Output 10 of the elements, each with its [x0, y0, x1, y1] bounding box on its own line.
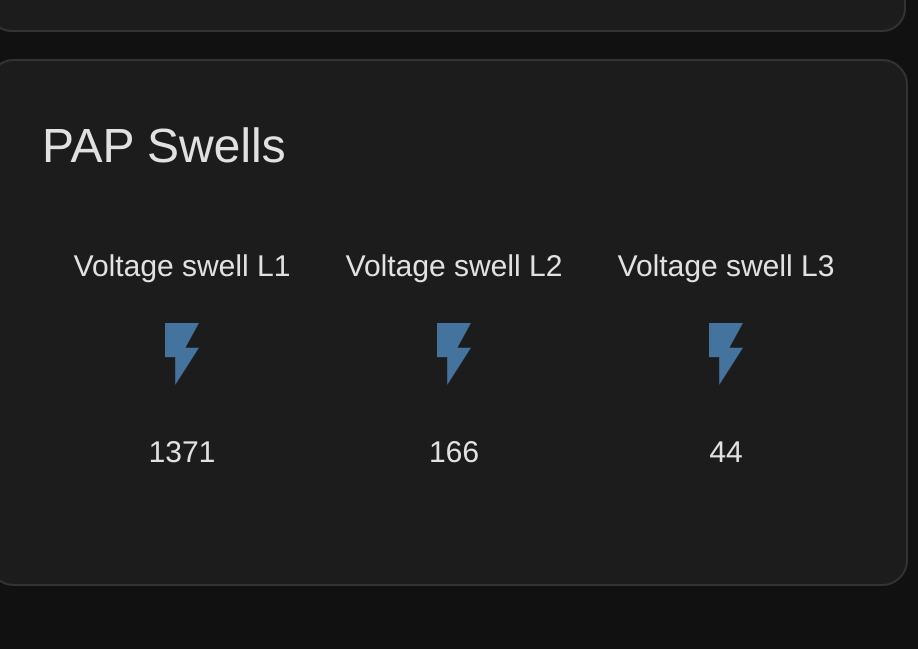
- lightning-icon[interactable]: [437, 323, 471, 385]
- lightning-icon[interactable]: [709, 323, 743, 385]
- entity-name[interactable]: Voltage swell L3: [618, 249, 834, 285]
- entity-value[interactable]: 166: [428, 435, 480, 471]
- entity-value[interactable]: 44: [709, 435, 743, 471]
- lightning-icon[interactable]: [165, 323, 199, 385]
- card-title: PAP Swells: [42, 119, 286, 175]
- entity-name[interactable]: Voltage swell L1: [74, 249, 290, 285]
- entity-name[interactable]: Voltage swell L2: [346, 249, 562, 285]
- entity-value[interactable]: 1371: [148, 435, 216, 471]
